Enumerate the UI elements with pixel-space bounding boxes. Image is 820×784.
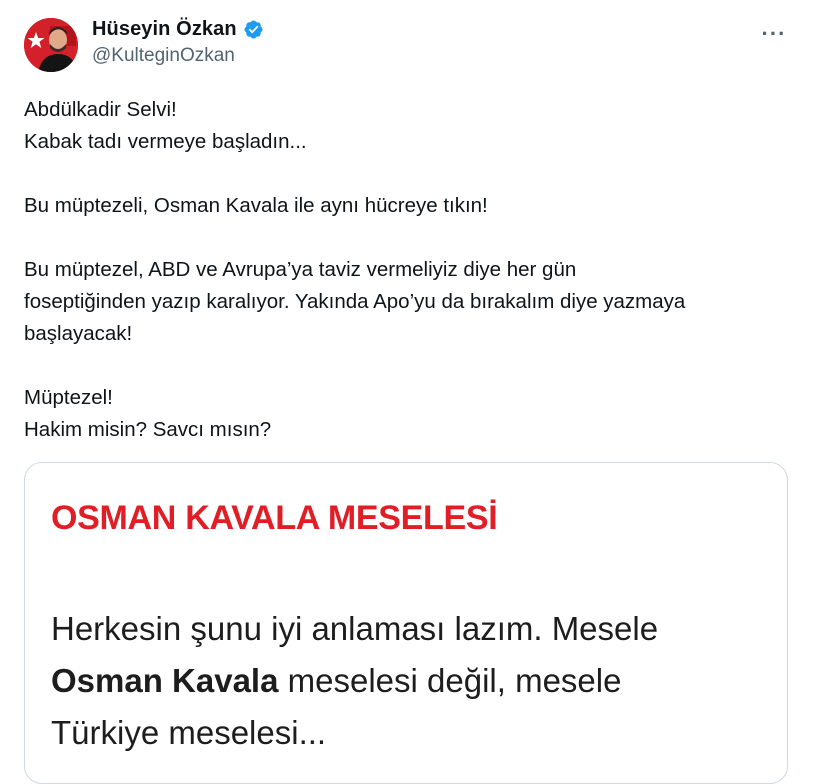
author-handle[interactable]: @KulteginOzkan — [92, 45, 264, 67]
tweet-line: Bu müptezel, ABD ve Avrupa’ya taviz verm… — [24, 258, 577, 281]
tweet-line: Müptezel! — [24, 386, 113, 409]
tweet-line: Hakim misin? Savcı mısın? — [24, 418, 272, 441]
avatar-photo-icon — [24, 18, 78, 72]
tweet-line: Bu müptezeli, Osman Kavala ile aynı hücr… — [24, 194, 488, 217]
card-body-bold: Osman Kavala — [51, 662, 279, 699]
tweet-line: başlayacak! — [24, 322, 133, 345]
media-card[interactable]: OSMAN KAVALA MESELESİ Herkesin şunu iyi … — [24, 462, 788, 784]
more-horizontal-icon: ··· — [761, 21, 787, 46]
verified-badge-icon[interactable] — [243, 19, 264, 40]
display-name[interactable]: Hüseyin Özkan — [92, 18, 237, 41]
avatar[interactable] — [24, 18, 78, 72]
tweet: Hüseyin Özkan @KulteginOzkan ··· Abdülka… — [0, 0, 820, 784]
card-title: OSMAN KAVALA MESELESİ — [51, 499, 498, 537]
tweet-line — [24, 158, 794, 190]
card-body-line: Herkesin şunu iyi anlaması lazım. Mesele — [51, 610, 659, 647]
tweet-line: Kabak tadı vermeye başladın... — [24, 130, 307, 153]
card-body-line: Türkiye meselesi... — [51, 714, 327, 751]
display-name-row: Hüseyin Özkan — [92, 16, 264, 42]
card-body-text: meselesi değil, mesele — [278, 662, 622, 699]
tweet-line — [24, 350, 794, 382]
tweet-text: Abdülkadir Selvi! Kabak tadı vermeye baş… — [24, 94, 794, 446]
tweet-line: foseptiğinden yazıp karalıyor. Yakında A… — [24, 290, 686, 313]
tweet-line: Abdülkadir Selvi! — [24, 98, 177, 121]
card-body-line: Osman Kavala meselesi değil, mesele — [51, 655, 771, 707]
more-options-button[interactable]: ··· — [756, 21, 792, 46]
card-body: Herkesin şunu iyi anlaması lazım. Mesele… — [51, 603, 771, 759]
author-info: Hüseyin Özkan @KulteginOzkan — [92, 16, 264, 67]
tweet-line — [24, 222, 794, 254]
